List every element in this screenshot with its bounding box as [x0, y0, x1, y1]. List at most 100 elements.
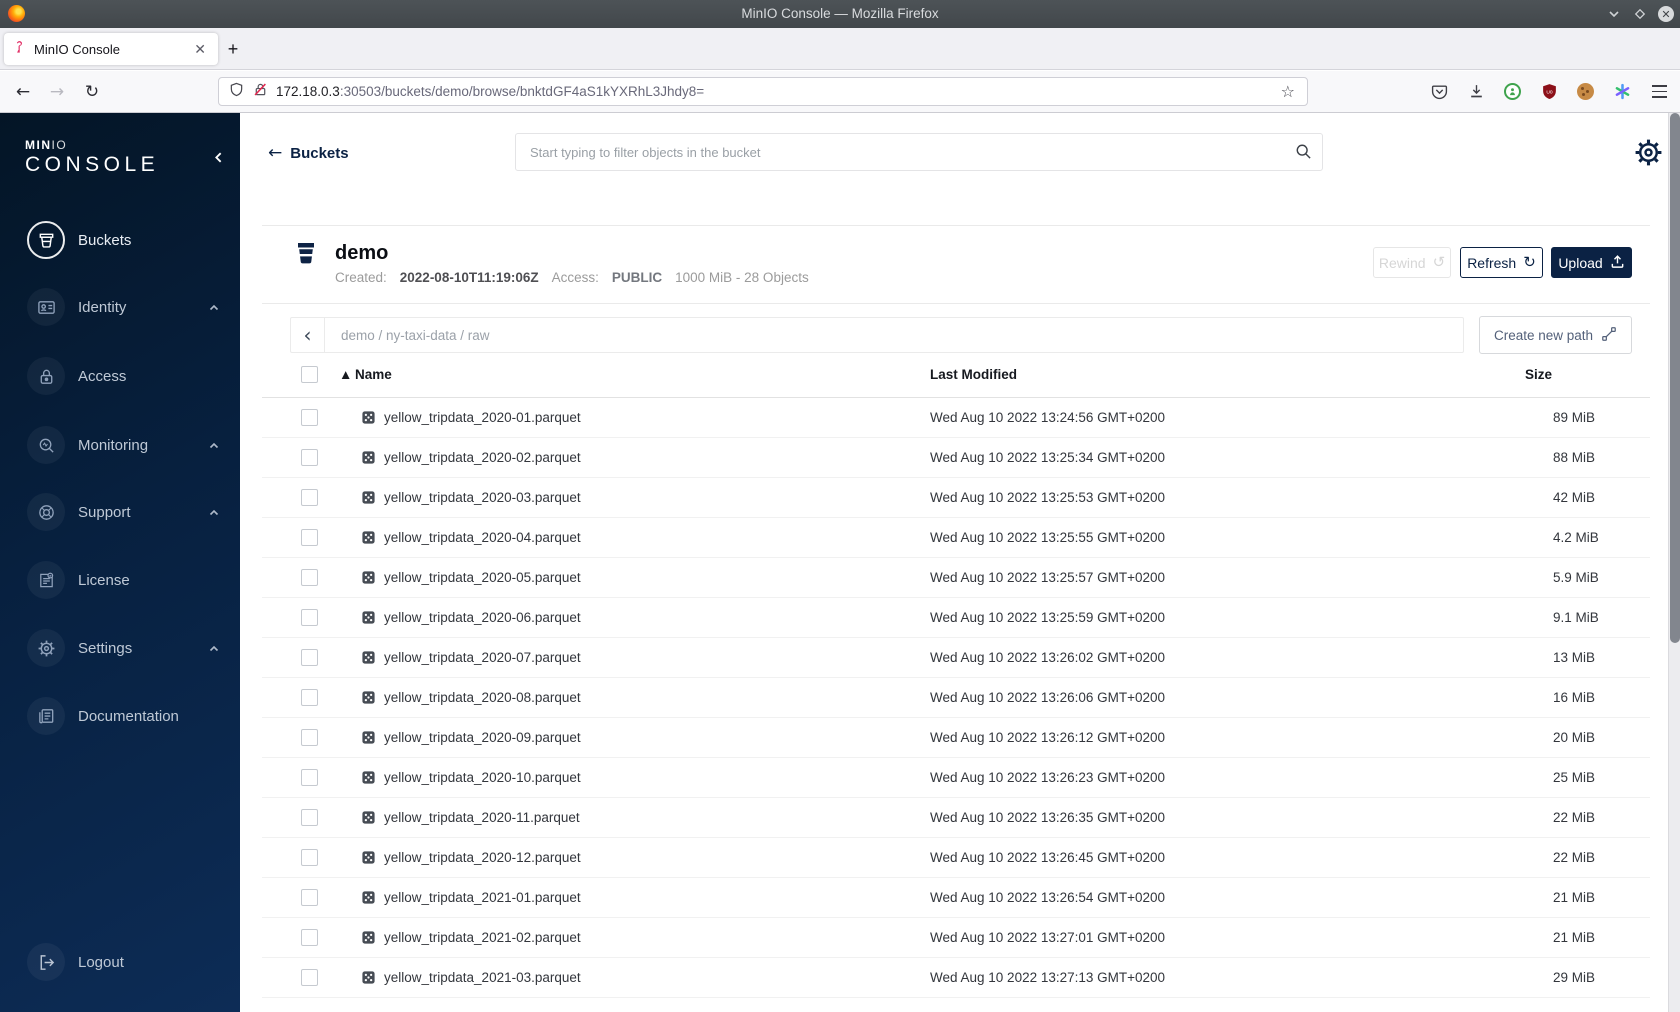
sidebar-item-access[interactable]: Access	[0, 354, 240, 398]
sidebar-item-settings[interactable]: Settings	[0, 626, 240, 670]
select-all-checkbox[interactable]	[301, 366, 318, 383]
row-checkbox[interactable]	[301, 689, 318, 706]
table-row[interactable]: yellow_tripdata_2020-10.parquet Wed Aug …	[262, 758, 1650, 798]
table-row[interactable]: yellow_tripdata_2020-05.parquet Wed Aug …	[262, 558, 1650, 598]
object-name[interactable]: yellow_tripdata_2020-11.parquet	[384, 798, 580, 838]
row-checkbox[interactable]	[301, 609, 318, 626]
object-name[interactable]: yellow_tripdata_2020-02.parquet	[384, 438, 581, 478]
object-name[interactable]: yellow_tripdata_2020-07.parquet	[384, 638, 581, 678]
sort-ascending-icon[interactable]: ▲	[339, 352, 352, 398]
sidebar-item-documentation[interactable]: Documentation	[0, 694, 240, 738]
sidebar-item-buckets[interactable]: Buckets	[0, 218, 240, 262]
chevron-up-icon[interactable]	[208, 642, 220, 660]
refresh-button[interactable]: Refresh ↻	[1460, 247, 1543, 278]
insecure-lock-icon[interactable]	[253, 82, 268, 102]
object-name[interactable]: yellow_tripdata_2021-02.parquet	[384, 918, 581, 958]
row-checkbox[interactable]	[301, 929, 318, 946]
sidebar-item-license[interactable]: License	[0, 558, 240, 602]
table-row[interactable]: yellow_tripdata_2021-03.parquet Wed Aug …	[262, 958, 1650, 998]
row-checkbox[interactable]	[301, 409, 318, 426]
row-checkbox[interactable]	[301, 969, 318, 986]
window-minimize-icon[interactable]	[1606, 7, 1621, 22]
table-row[interactable]: yellow_tripdata_2020-03.parquet Wed Aug …	[262, 478, 1650, 518]
row-checkbox[interactable]	[301, 889, 318, 906]
parquet-file-icon	[361, 810, 376, 830]
tab-close-icon[interactable]: ✕	[190, 41, 210, 58]
table-row[interactable]: yellow_tripdata_2020-09.parquet Wed Aug …	[262, 718, 1650, 758]
sidebar-item-identity[interactable]: Identity	[0, 285, 240, 329]
row-checkbox[interactable]	[301, 769, 318, 786]
window-close-icon[interactable]: ✕	[1658, 6, 1674, 22]
object-name[interactable]: yellow_tripdata_2021-03.parquet	[384, 958, 581, 998]
sidebar-item-support[interactable]: Support	[0, 490, 240, 534]
menu-hamburger-icon[interactable]	[1650, 83, 1668, 101]
row-checkbox[interactable]	[301, 809, 318, 826]
object-name[interactable]: yellow_tripdata_2020-10.parquet	[384, 758, 581, 798]
chevron-up-icon[interactable]	[208, 301, 220, 319]
forward-button[interactable]: →	[42, 71, 72, 112]
table-row[interactable]: yellow_tripdata_2020-12.parquet Wed Aug …	[262, 838, 1650, 878]
table-row[interactable]: yellow_tripdata_2020-11.parquet Wed Aug …	[262, 798, 1650, 838]
column-header-name[interactable]: Name	[355, 352, 392, 398]
path-back-icon[interactable]: ‹	[291, 318, 325, 352]
scrollbar-thumb[interactable]	[1670, 113, 1680, 643]
object-last-modified: Wed Aug 10 2022 13:25:53 GMT+0200	[930, 490, 1166, 505]
row-checkbox[interactable]	[301, 569, 318, 586]
column-header-last-modified[interactable]: Last Modified	[930, 352, 1017, 398]
table-row[interactable]: yellow_tripdata_2021-01.parquet Wed Aug …	[262, 878, 1650, 918]
rewind-button[interactable]: Rewind ↺	[1373, 247, 1451, 278]
table-row[interactable]: yellow_tripdata_2020-01.parquet Wed Aug …	[262, 398, 1650, 438]
object-name[interactable]: yellow_tripdata_2021-01.parquet	[384, 878, 581, 918]
page-scrollbar[interactable]	[1668, 113, 1680, 1012]
table-row[interactable]: yellow_tripdata_2020-07.parquet Wed Aug …	[262, 638, 1650, 678]
extension-asterisk-icon[interactable]	[1613, 83, 1631, 101]
create-new-path-button[interactable]: Create new path	[1479, 316, 1632, 354]
object-name[interactable]: yellow_tripdata_2020-09.parquet	[384, 718, 581, 758]
object-name[interactable]: yellow_tripdata_2020-04.parquet	[384, 518, 581, 558]
back-button[interactable]: ←	[8, 71, 38, 112]
cookie-icon[interactable]	[1577, 83, 1594, 100]
row-checkbox[interactable]	[301, 449, 318, 466]
shield-icon[interactable]	[229, 82, 244, 102]
sidebar-collapse-icon[interactable]	[212, 151, 225, 169]
upload-button[interactable]: Upload	[1551, 247, 1632, 278]
row-checkbox[interactable]	[301, 529, 318, 546]
settings-gear-icon[interactable]	[1633, 137, 1664, 173]
bookmark-star-icon[interactable]: ☆	[1279, 82, 1297, 101]
filter-objects-input[interactable]	[515, 133, 1323, 171]
row-checkbox[interactable]	[301, 849, 318, 866]
ublock-shield-icon[interactable]: U0	[1540, 83, 1558, 101]
extension-green-icon[interactable]	[1504, 83, 1521, 100]
object-name[interactable]: yellow_tripdata_2020-08.parquet	[384, 678, 581, 718]
table-row[interactable]: yellow_tripdata_2020-08.parquet Wed Aug …	[262, 678, 1650, 718]
table-row[interactable]: yellow_tripdata_2020-02.parquet Wed Aug …	[262, 438, 1650, 478]
table-row[interactable]: yellow_tripdata_2021-02.parquet Wed Aug …	[262, 918, 1650, 958]
downloads-icon[interactable]	[1467, 83, 1485, 101]
back-to-buckets[interactable]: ← Buckets	[268, 143, 349, 163]
column-header-size[interactable]: Size	[1525, 352, 1552, 398]
chevron-up-icon[interactable]	[208, 506, 220, 524]
reload-button[interactable]: ↻	[77, 71, 107, 112]
row-checkbox[interactable]	[301, 729, 318, 746]
object-name[interactable]: yellow_tripdata_2020-06.parquet	[384, 598, 581, 638]
row-checkbox[interactable]	[301, 649, 318, 666]
breadcrumb[interactable]: demo / ny-taxi-data / raw	[325, 318, 490, 352]
object-name[interactable]: yellow_tripdata_2020-12.parquet	[384, 838, 581, 878]
window-maximize-icon[interactable]	[1632, 7, 1647, 22]
row-checkbox[interactable]	[301, 489, 318, 506]
new-tab-button[interactable]: +	[220, 36, 246, 62]
pocket-icon[interactable]	[1430, 83, 1448, 101]
sidebar-item-monitoring[interactable]: Monitoring	[0, 423, 240, 467]
url-path: :30503/buckets/demo/browse/bnktdGF4aS1kY…	[339, 84, 705, 99]
section-divider	[262, 303, 1650, 304]
table-row[interactable]: yellow_tripdata_2020-06.parquet Wed Aug …	[262, 598, 1650, 638]
object-name[interactable]: yellow_tripdata_2020-03.parquet	[384, 478, 581, 518]
chevron-up-icon[interactable]	[208, 439, 220, 457]
sidebar-item-logout[interactable]: Logout	[0, 940, 240, 984]
browser-tab[interactable]: MinIO Console ✕	[4, 33, 218, 65]
url-text[interactable]: 172.18.0.3:30503/buckets/demo/browse/bnk…	[276, 84, 1279, 99]
url-bar[interactable]: 172.18.0.3:30503/buckets/demo/browse/bnk…	[218, 77, 1308, 106]
table-row[interactable]: yellow_tripdata_2020-04.parquet Wed Aug …	[262, 518, 1650, 558]
object-name[interactable]: yellow_tripdata_2020-01.parquet	[384, 398, 581, 438]
object-name[interactable]: yellow_tripdata_2020-05.parquet	[384, 558, 581, 598]
